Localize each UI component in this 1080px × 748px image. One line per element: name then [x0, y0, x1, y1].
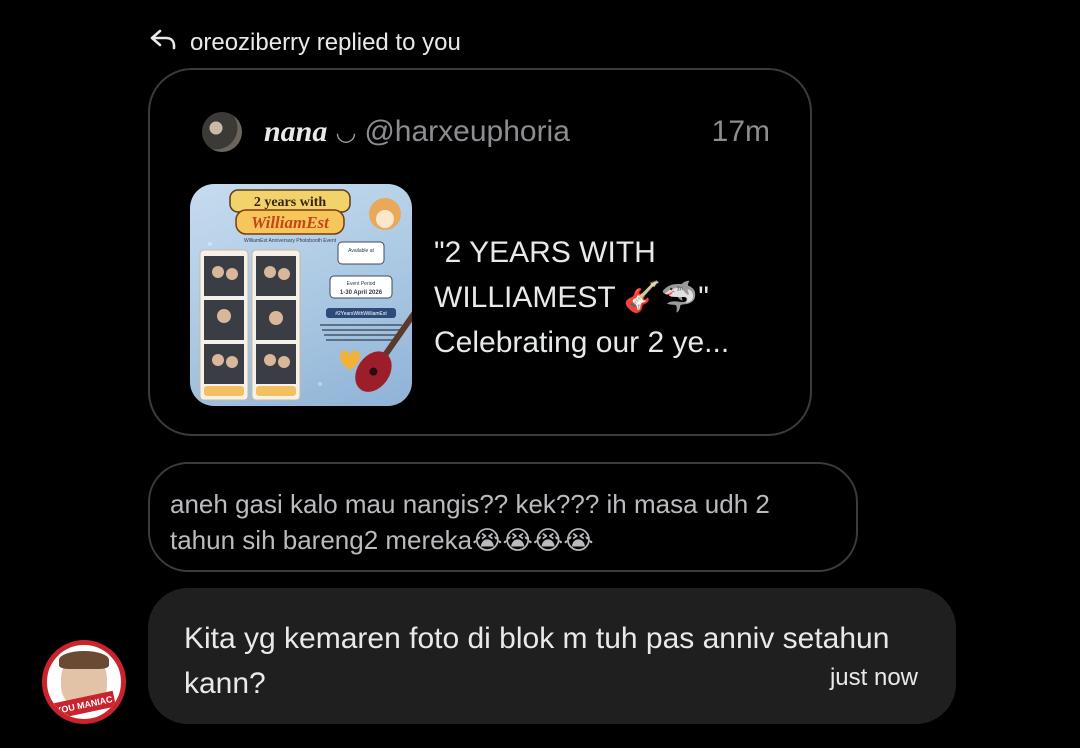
quoted-author-handle: @harxeuphoria	[364, 115, 570, 148]
reply-header: oreoziberry replied to you	[148, 24, 461, 61]
quoted-post-header: nana ◡ @harxeuphoria 17m	[202, 110, 770, 154]
my-reply-bubble[interactable]: aneh gasi kalo mau nangis?? kek??? ih ma…	[148, 462, 858, 572]
quoted-post-card[interactable]: nana ◡ @harxeuphoria 17m 2 years with Wi…	[148, 68, 812, 436]
reply-arrow-icon	[148, 24, 178, 61]
quoted-post-text: "2 YEARS WITH WILLIAMEST 🎸🦈" Celebrating…	[434, 236, 730, 359]
reply-header-text: oreoziberry replied to you	[190, 28, 461, 56]
quoted-post-image[interactable]: 2 years with WilliamEst WilliamEst Anniv…	[190, 184, 412, 406]
thumb-period-value: 1-30 April 2026	[340, 290, 383, 296]
thumb-available: Available at	[348, 248, 374, 254]
thumb-subtitle: WilliamEst Anniversary Photobooth Event	[244, 238, 337, 244]
quoted-post-time: 17m	[711, 115, 770, 148]
thumb-period-label: Event Period	[347, 281, 376, 287]
thumb-hashtag: #2YearsWithWilliamEst	[335, 311, 387, 317]
thumb-title-1: 2 years with	[254, 195, 327, 210]
my-reply-text: aneh gasi kalo mau nangis?? kek??? ih ma…	[170, 489, 770, 555]
dm-thread: oreoziberry replied to you nana ◡ @harxe…	[0, 0, 1080, 748]
incoming-message-bubble[interactable]: Kita yg kemaren foto di blok m tuh pas a…	[148, 588, 956, 724]
avatar-hair	[59, 651, 109, 669]
quoted-author-avatar[interactable]	[202, 112, 242, 152]
name-suffix: ◡	[335, 118, 357, 146]
sender-avatar[interactable]: YOU MANIAC	[42, 640, 126, 724]
incoming-message-text: Kita yg kemaren foto di blok m tuh pas a…	[184, 622, 890, 700]
message-timestamp: just now	[829, 664, 918, 691]
quoted-author-name[interactable]: nana	[264, 115, 327, 149]
thumb-title-2: WilliamEst	[251, 213, 330, 232]
